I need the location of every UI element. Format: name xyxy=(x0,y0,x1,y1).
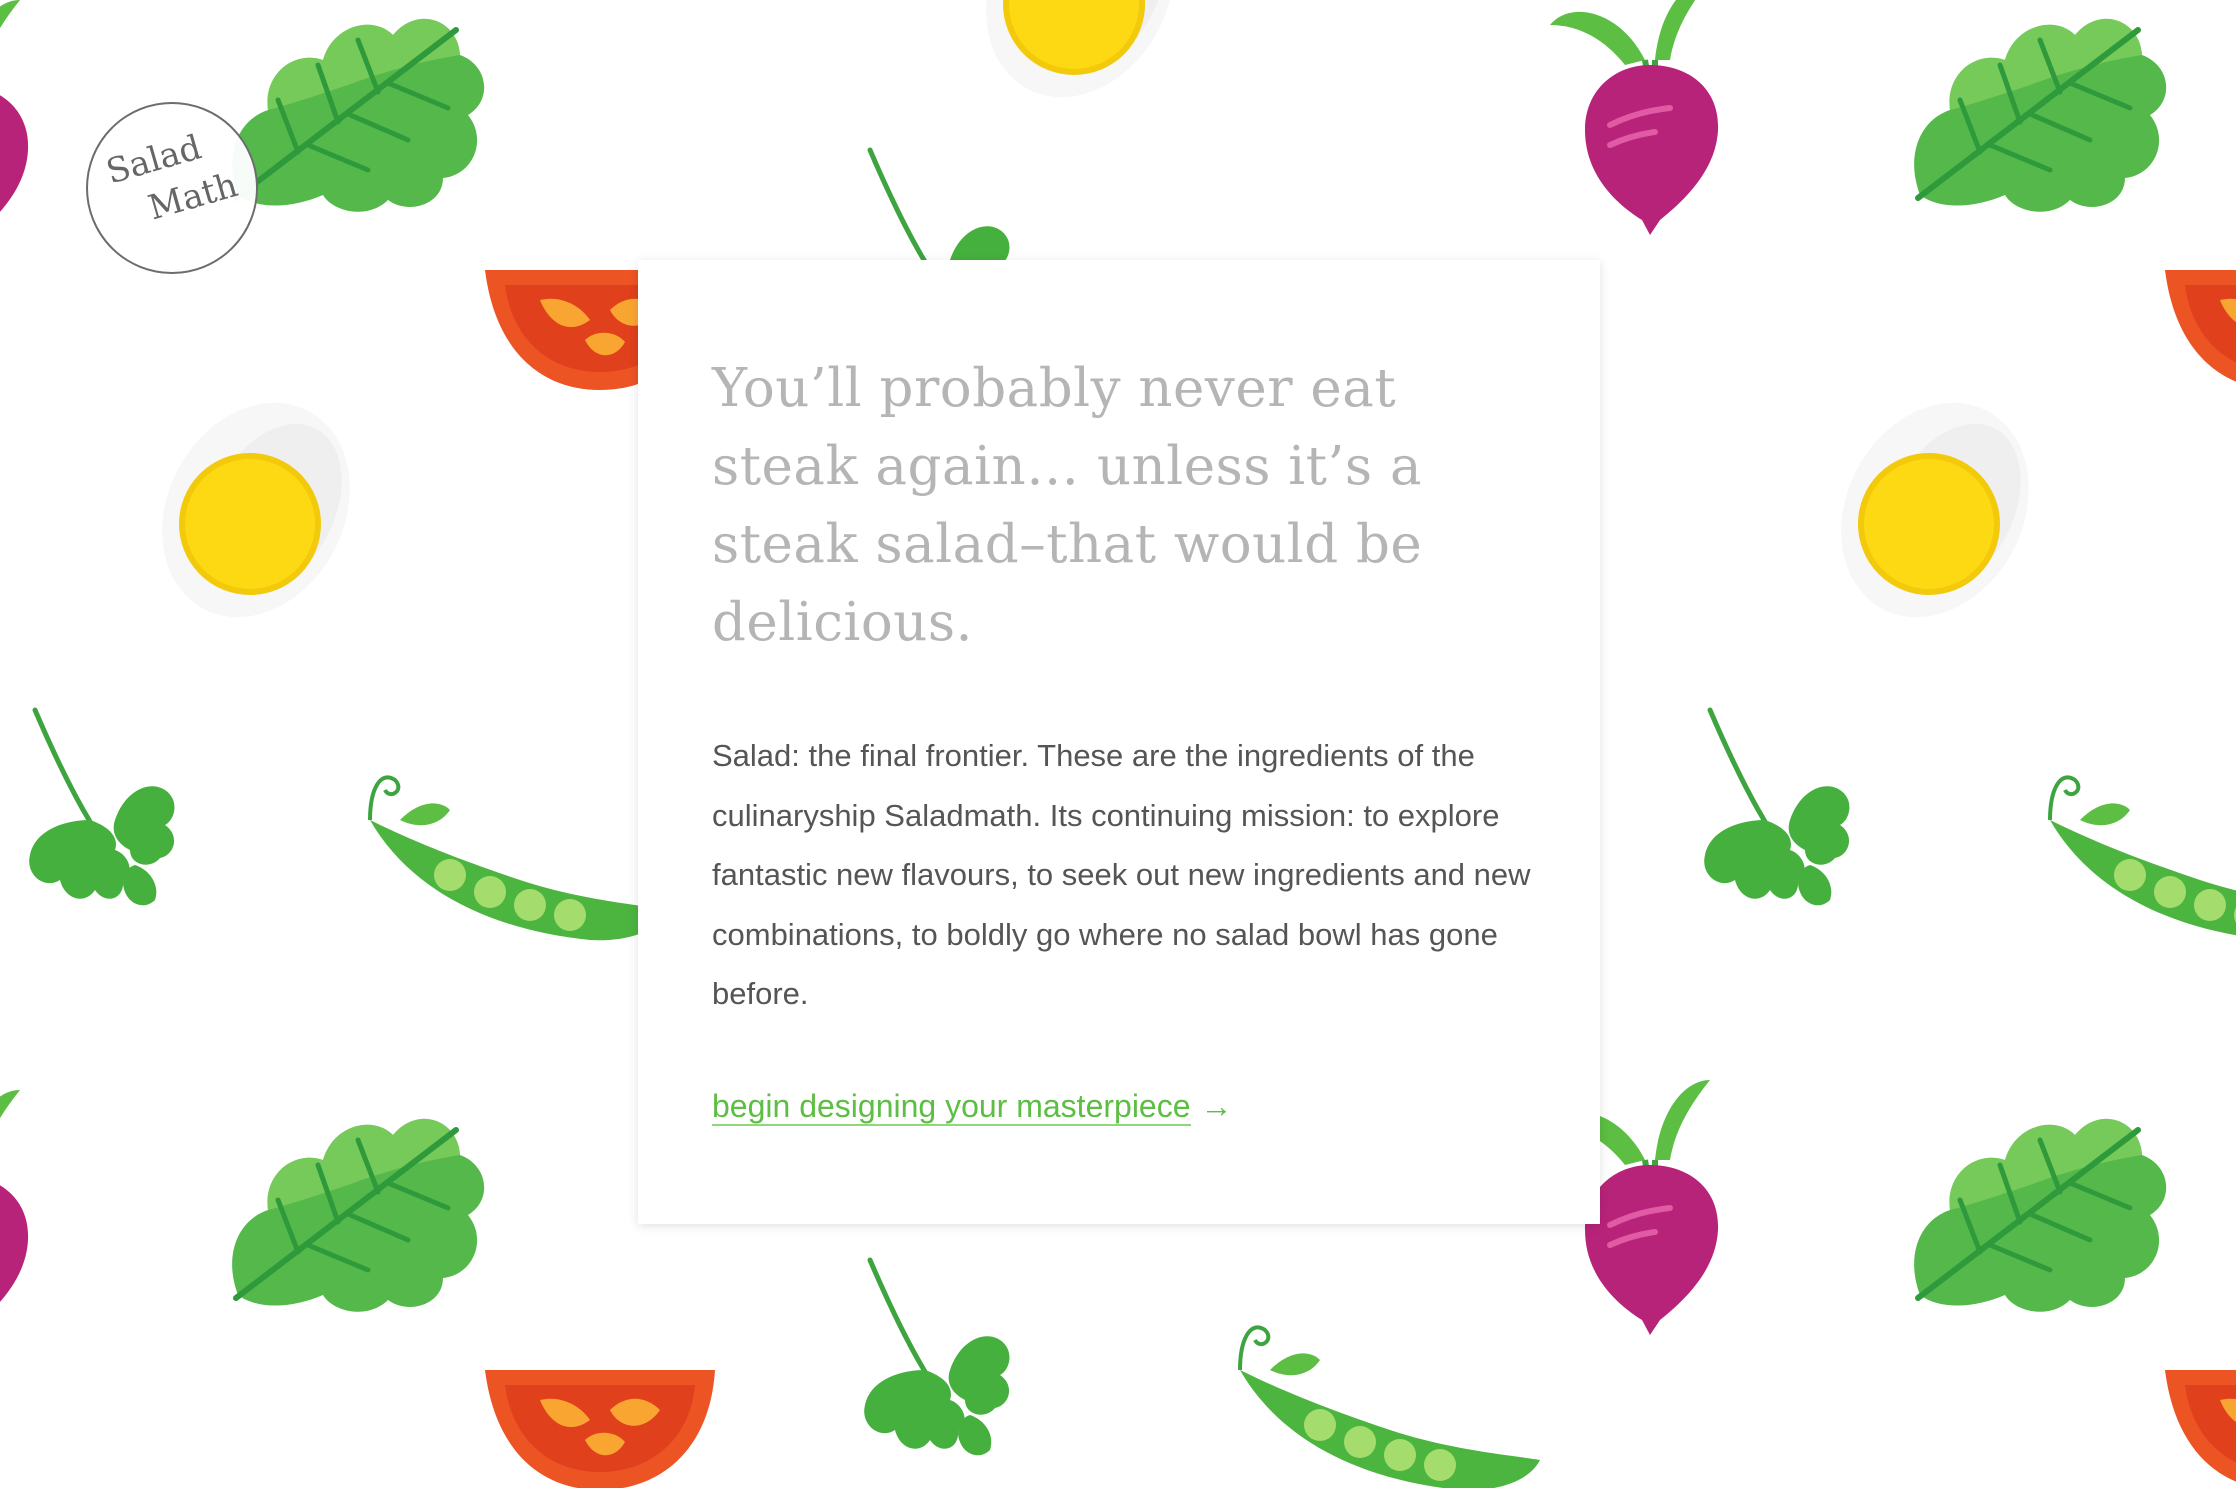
begin-designing-link-label: begin designing your masterpiece xyxy=(712,1088,1191,1126)
page: Salad Math You’ll probably never eat ste… xyxy=(0,0,2236,1488)
salad-math-logo[interactable]: Salad Math xyxy=(86,102,258,274)
lettuce-leaf-icon xyxy=(1914,1119,2166,1312)
intro-body-text: Salad: the final frontier. These are the… xyxy=(712,738,1531,1011)
cilantro-icon xyxy=(864,1260,1009,1455)
intro-headline: You’ll probably never eat steak again… u… xyxy=(712,358,1423,653)
lettuce-leaf-icon xyxy=(232,1119,484,1312)
begin-designing-link[interactable]: begin designing your masterpiece → xyxy=(712,1086,1233,1126)
pea-pod-icon xyxy=(2048,775,2236,943)
egg-icon xyxy=(126,370,387,650)
pea-pod-icon xyxy=(1238,1325,1542,1488)
egg-icon xyxy=(1805,370,2066,650)
tomato-slice-icon xyxy=(485,1370,715,1488)
tomato-slice-icon xyxy=(2165,270,2236,390)
beet-icon xyxy=(1550,0,1718,235)
pea-pod-icon xyxy=(368,775,672,943)
lettuce-leaf-icon xyxy=(1914,19,2166,212)
egg-icon xyxy=(950,0,1211,130)
intro-card: You’ll probably never eat steak again… u… xyxy=(638,260,1600,1224)
beet-icon xyxy=(0,0,28,255)
lettuce-leaf-icon xyxy=(232,19,484,212)
cilantro-icon xyxy=(29,710,174,905)
beet-icon xyxy=(0,1090,28,1345)
cilantro-icon xyxy=(1704,710,1849,905)
arrow-right-icon: → xyxy=(1200,1088,1233,1124)
tomato-slice-icon xyxy=(2165,1370,2236,1488)
